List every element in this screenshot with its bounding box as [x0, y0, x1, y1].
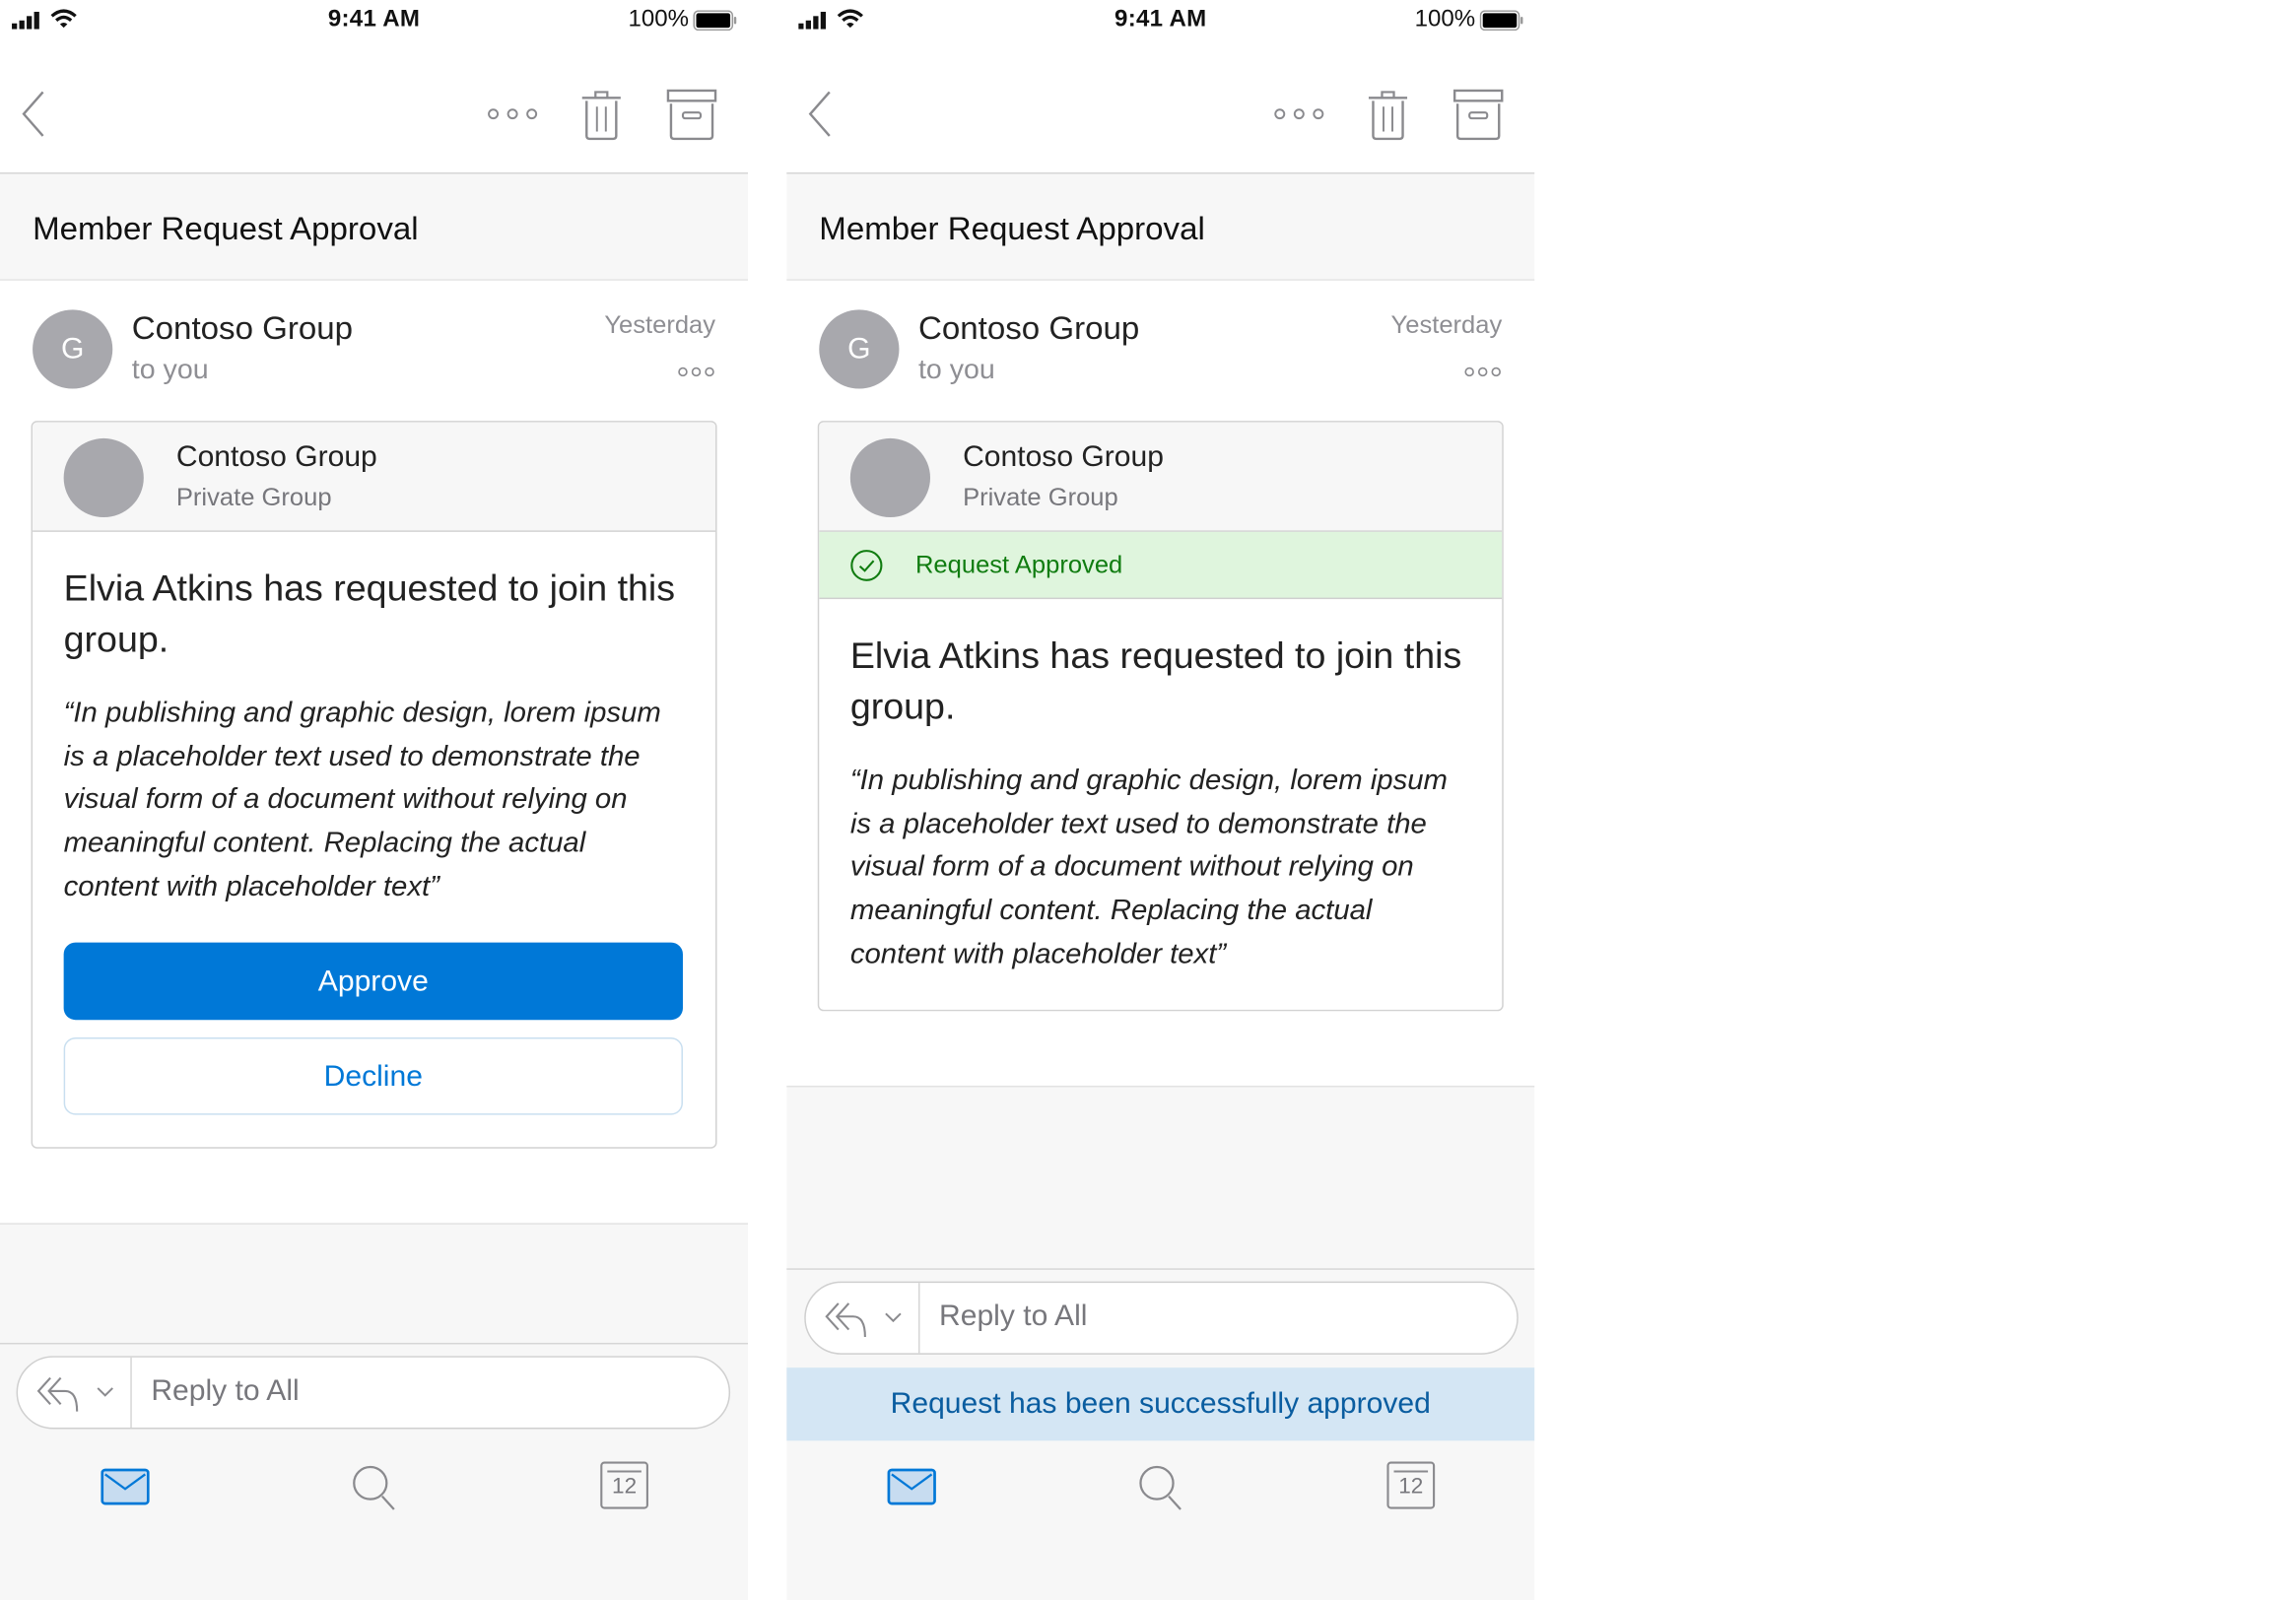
group-avatar	[63, 437, 144, 518]
phone-screen-approved: 9:41 AM 100% Member Request Approval G C…	[786, 0, 1535, 1600]
back-icon[interactable]	[18, 88, 50, 140]
sender-avatar: G	[33, 309, 113, 389]
reply-divider	[917, 1283, 920, 1354]
more-icon[interactable]	[1272, 105, 1325, 123]
request-title: Elvia Atkins has requested to join this …	[849, 635, 1462, 728]
more-icon[interactable]	[486, 105, 539, 123]
battery-icon	[1479, 10, 1523, 32]
reply-input[interactable]: Reply to All	[151, 1375, 299, 1409]
calendar-day: 12	[612, 1474, 638, 1500]
sender-avatar: G	[819, 309, 900, 389]
group-name: Contoso Group	[963, 440, 1164, 474]
recipient-label: to you	[131, 355, 209, 386]
card-body: Elvia Atkins has requested to join this …	[819, 599, 1502, 1009]
archive-icon[interactable]	[1452, 88, 1504, 141]
trash-icon[interactable]	[580, 88, 622, 141]
message-date: Yesterday	[1390, 310, 1503, 340]
request-message: “In publishing and graphic design, lorem…	[849, 764, 1448, 970]
card-header: Contoso Group Private Group	[33, 422, 716, 532]
message-footer-area	[0, 1223, 749, 1345]
check-circle-icon	[850, 550, 883, 581]
sender-name[interactable]: Contoso Group	[918, 309, 1139, 348]
chevron-down-icon[interactable]	[884, 1312, 902, 1324]
calendar-day: 12	[1398, 1474, 1424, 1500]
request-card: Contoso Group Private Group Elvia Atkins…	[31, 421, 717, 1148]
card-body: Elvia Atkins has requested to join this …	[33, 532, 715, 1114]
reply-bar[interactable]: Reply to All	[16, 1356, 731, 1430]
reply-divider	[130, 1357, 132, 1428]
message-footer-area	[786, 1085, 1535, 1270]
calendar-tab[interactable]: 12	[1386, 1461, 1436, 1509]
recipient-label: to you	[917, 355, 995, 386]
group-type: Private Group	[963, 483, 1118, 512]
reply-all-icon[interactable]	[824, 1299, 871, 1340]
sender-name[interactable]: Contoso Group	[132, 309, 353, 348]
chevron-down-icon[interactable]	[97, 1386, 114, 1398]
reply-all-icon[interactable]	[35, 1373, 83, 1415]
email-subject: Member Request Approval	[819, 210, 1205, 247]
reply-bar[interactable]: Reply to All	[804, 1281, 1519, 1355]
mail-icon[interactable]	[887, 1468, 936, 1505]
battery-icon	[693, 10, 737, 32]
archive-icon[interactable]	[666, 88, 717, 141]
approved-status-label: Request Approved	[914, 551, 1123, 579]
message-date: Yesterday	[604, 310, 716, 340]
request-message: “In publishing and graphic design, lorem…	[63, 697, 661, 903]
card-header: Contoso Group Private Group	[819, 422, 1503, 532]
reply-input[interactable]: Reply to All	[939, 1300, 1087, 1334]
search-icon[interactable]	[351, 1464, 398, 1510]
message-more-icon[interactable]	[677, 366, 715, 378]
approved-banner: Request Approved	[819, 531, 1503, 600]
group-avatar	[849, 437, 931, 518]
battery-percent: 100%	[628, 7, 689, 33]
calendar-tab[interactable]: 12	[600, 1461, 649, 1509]
message-more-icon[interactable]	[1463, 366, 1502, 378]
search-icon[interactable]	[1137, 1464, 1184, 1510]
approve-button[interactable]: Approve	[63, 941, 683, 1020]
trash-icon[interactable]	[1367, 88, 1408, 141]
decline-button[interactable]: Decline	[63, 1036, 683, 1114]
success-toast: Request has been successfully approved	[786, 1367, 1535, 1441]
stage: 9:41 AM 100% Member Request Approval G C…	[0, 0, 2296, 1600]
back-icon[interactable]	[804, 88, 837, 140]
mail-icon[interactable]	[101, 1468, 150, 1505]
phone-screen-pending: 9:41 AM 100% Member Request Approval G C…	[0, 0, 749, 1600]
request-card: Contoso Group Private Group Request Appr…	[817, 421, 1504, 1011]
battery-percent: 100%	[1414, 7, 1476, 33]
group-type: Private Group	[175, 483, 332, 512]
email-subject: Member Request Approval	[33, 210, 419, 247]
request-title: Elvia Atkins has requested to join this …	[63, 567, 676, 661]
group-name: Contoso Group	[175, 440, 377, 474]
